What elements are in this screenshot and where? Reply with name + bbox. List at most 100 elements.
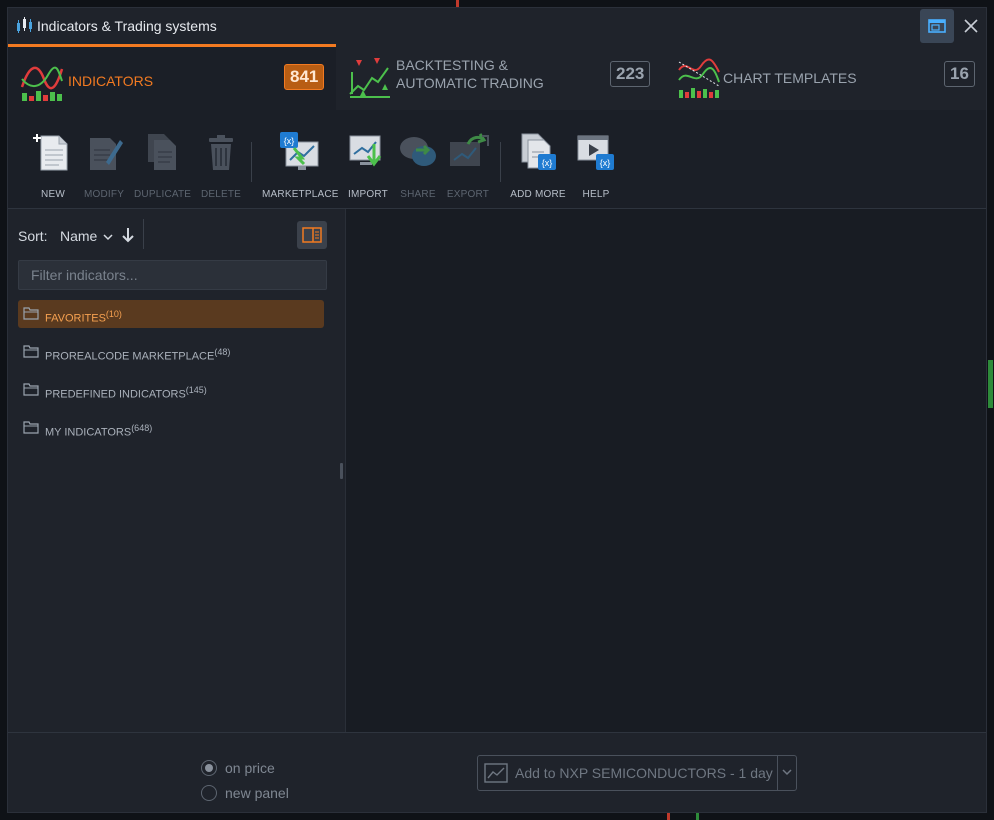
indicators-window: Indicators & Trading systems INDICATORS …	[7, 7, 987, 813]
toggle-preview-panel-button[interactable]	[297, 221, 327, 249]
new-label: NEW	[41, 189, 65, 200]
sort-label: Sort:	[18, 228, 48, 244]
sort-value: Name	[60, 228, 98, 244]
radio-on-price[interactable]: on price	[201, 760, 321, 778]
svg-text:{x}: {x}	[600, 158, 611, 168]
help-label: HELP	[582, 189, 610, 200]
add-button-separator	[777, 756, 778, 790]
import-icon	[349, 135, 382, 167]
close-button[interactable]	[954, 9, 986, 43]
background-candle	[696, 813, 699, 820]
folder-count: (10)	[105, 309, 122, 319]
add-to-chart-label: Add to NXP SEMICONDUCTORS - 1 day	[515, 765, 773, 781]
folder-label: PREDEFINED INDICATORS(145)	[45, 385, 207, 401]
title-bar: Indicators & Trading systems	[8, 8, 986, 44]
help-button[interactable]: {x} HELP	[576, 132, 616, 202]
tab-chart-templates-count: 16	[944, 61, 975, 87]
import-button[interactable]: IMPORT	[346, 132, 390, 202]
indicator-preview-panel	[345, 209, 986, 732]
export-button[interactable]: EXPORT	[446, 132, 490, 202]
export-label: EXPORT	[446, 189, 490, 200]
tab-backtesting-count: 223	[610, 61, 651, 87]
folder-label: PROREALCODE MARKETPLACE(48)	[45, 347, 231, 363]
modify-document-icon	[90, 138, 123, 170]
tab-chart-templates[interactable]: CHART TEMPLATES 16	[665, 44, 986, 110]
folder-icon	[23, 383, 39, 396]
folder-count: (648)	[131, 423, 153, 433]
delete-label: DELETE	[200, 189, 242, 200]
radio-new-panel[interactable]: new panel	[201, 785, 321, 803]
tab-indicators-label: INDICATORS	[68, 73, 154, 89]
window-title: Indicators & Trading systems	[37, 18, 217, 34]
delete-button[interactable]: DELETE	[200, 132, 242, 202]
toolbar: NEW MODIFY DUPLICATE DELETE {x} MARKETPL…	[8, 110, 986, 209]
duplicate-label: DUPLICATE	[134, 189, 192, 200]
duplicate-icon	[148, 134, 176, 170]
chevron-down-icon[interactable]	[781, 767, 793, 777]
toolbar-separator	[251, 142, 252, 182]
svg-text:{x}: {x}	[284, 136, 295, 146]
modify-button[interactable]: MODIFY	[84, 132, 124, 202]
backtesting-icon	[349, 58, 390, 98]
folder-label: MY INDICATORS(648)	[45, 423, 153, 439]
background-candle	[667, 813, 670, 820]
category-tabs: INDICATORS 841 BACKTESTING & AUTOMATIC T…	[8, 44, 986, 110]
background-candle	[456, 0, 459, 7]
tab-indicators-count: 841	[284, 64, 325, 90]
share-button[interactable]: SHARE	[398, 132, 438, 202]
folder-my-indicators[interactable]: MY INDICATORS(648)	[18, 414, 324, 442]
sort-dropdown[interactable]: Name	[60, 228, 113, 244]
duplicate-button[interactable]: DUPLICATE	[134, 132, 192, 202]
chart-icon	[484, 763, 508, 783]
panel-layout-icon	[302, 227, 322, 243]
import-label: IMPORT	[348, 189, 388, 200]
marketplace-button[interactable]: {x} MARKETPLACE	[262, 132, 338, 202]
radio-circle	[201, 760, 217, 776]
background-candle	[988, 360, 993, 408]
folder-icon	[23, 345, 39, 358]
detach-window-button[interactable]	[920, 9, 954, 43]
folder-count: (48)	[214, 347, 231, 357]
add-more-label: ADD MORE	[510, 189, 566, 200]
folder-icon	[23, 307, 39, 320]
new-button[interactable]: NEW	[32, 132, 74, 202]
share-icon	[400, 137, 436, 166]
indicator-list-panel: Sort: Name FAVORITES(10)	[8, 209, 345, 732]
folder-predefined-indicators[interactable]: PREDEFINED INDICATORS(145)	[18, 376, 324, 404]
close-icon	[964, 19, 978, 33]
candlestick-app-icon	[17, 17, 32, 33]
modify-label: MODIFY	[84, 189, 125, 200]
add-to-chart-button[interactable]: Add to NXP SEMICONDUCTORS - 1 day	[477, 755, 797, 791]
tab-backtesting[interactable]: BACKTESTING & AUTOMATIC TRADING 223	[336, 44, 665, 110]
help-video-icon: {x}	[577, 135, 614, 170]
tab-chart-templates-label: CHART TEMPLATES	[723, 70, 857, 86]
radio-label: new panel	[225, 785, 289, 801]
chart-templates-icon	[678, 58, 720, 98]
share-label: SHARE	[400, 189, 436, 200]
marketplace-label: MARKETPLACE	[262, 189, 339, 200]
footer-bar: on price new panel Add to NXP SEMICONDUC…	[8, 732, 986, 812]
radio-circle	[201, 785, 217, 801]
svg-text:{x}: {x}	[542, 158, 553, 168]
new-document-icon	[33, 134, 68, 171]
sort-descending-arrow-icon[interactable]	[122, 227, 134, 243]
tab-backtesting-label-line1: BACKTESTING &	[396, 57, 509, 73]
chevron-down-icon	[103, 234, 113, 241]
folder-favorites[interactable]: FAVORITES(10)	[18, 300, 324, 328]
add-more-button[interactable]: {x} ADD MORE	[510, 132, 566, 202]
window-restore-icon	[928, 19, 946, 33]
folder-prorealcode-marketplace[interactable]: PROREALCODE MARKETPLACE(48)	[18, 338, 324, 366]
tab-indicators[interactable]: INDICATORS 841	[8, 44, 336, 110]
tab-backtesting-label-line2: AUTOMATIC TRADING	[396, 75, 544, 91]
filter-indicators-input[interactable]	[18, 260, 327, 290]
folder-label: FAVORITES(10)	[45, 309, 122, 325]
toolbar-separator	[500, 142, 501, 182]
marketplace-icon: {x}	[280, 132, 319, 170]
sort-separator	[143, 219, 144, 249]
trash-icon	[209, 135, 233, 170]
folder-icon	[23, 421, 39, 434]
indicators-icon	[20, 66, 64, 101]
folder-count: (145)	[185, 385, 207, 395]
export-icon	[450, 133, 489, 166]
panel-splitter-handle[interactable]	[340, 463, 343, 479]
